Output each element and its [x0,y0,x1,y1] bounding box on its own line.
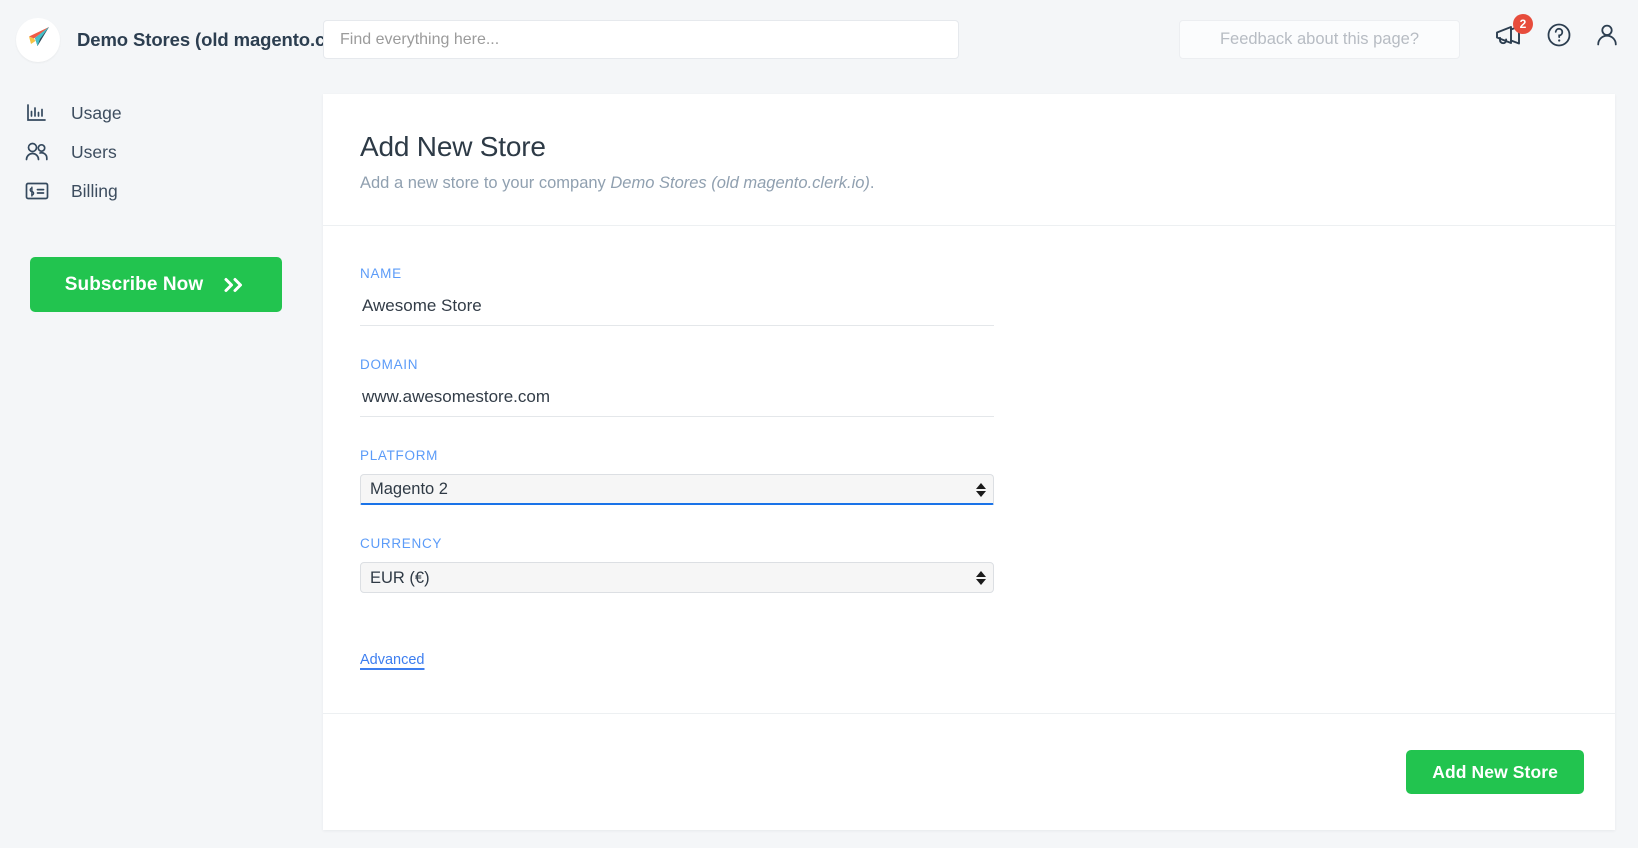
platform-label: PLATFORM [360,448,994,463]
platform-select-wrap: Magento 2 [360,474,994,505]
app-logo [16,18,60,62]
name-label: NAME [360,266,994,281]
double-chevron-right-icon [221,276,247,294]
currency-select[interactable]: EUR (€) [360,562,994,593]
help-button[interactable] [1546,22,1572,53]
subscribe-now-button[interactable]: Subscribe Now [30,257,282,312]
card-body: NAME DOMAIN PLATFORM Magento 2 [323,226,1615,713]
help-circle-icon [1546,22,1572,53]
field-domain: DOMAIN [360,357,994,417]
card-header: Add New Store Add a new store to your co… [323,94,1615,226]
name-input[interactable] [360,292,994,326]
advanced-link[interactable]: Advanced [360,652,425,668]
field-currency: CURRENCY EUR (€) [360,536,994,593]
currency-label: CURRENCY [360,536,994,551]
page-subtitle-company: Demo Stores (old magento.clerk.io) [610,174,870,192]
feedback-box[interactable] [1179,20,1460,59]
app-root: Demo Stores (old magento.cl 2 [0,0,1638,848]
subscribe-now-label: Subscribe Now [65,274,204,296]
company-name: Demo Stores (old magento.cl [77,29,330,51]
search-input[interactable] [340,31,942,49]
billing-card-icon [24,180,52,202]
brand[interactable]: Demo Stores (old magento.cl [16,16,330,64]
user-icon [1594,22,1620,53]
bar-chart-icon [24,101,52,125]
sidebar-item-billing[interactable]: Billing [0,172,323,210]
announcements-button[interactable]: 2 [1494,23,1524,52]
page-subtitle-prefix: Add a new store to your company [360,174,610,192]
feedback-input[interactable] [1180,30,1459,49]
page-title: Add New Store [360,132,1615,163]
announcements-badge: 2 [1513,14,1533,34]
global-search[interactable] [323,20,959,59]
add-new-store-card: Add New Store Add a new store to your co… [323,94,1615,830]
sidebar: Usage Users [0,94,323,848]
card-footer: Add New Store [323,713,1615,830]
platform-select[interactable]: Magento 2 [360,474,994,505]
top-bar-icons: 2 [1494,22,1620,53]
sidebar-item-users[interactable]: Users [0,133,323,171]
domain-label: DOMAIN [360,357,994,372]
page-subtitle-suffix: . [870,174,875,192]
account-button[interactable] [1594,22,1620,53]
field-name: NAME [360,266,994,326]
sidebar-item-label: Billing [71,181,118,202]
sidebar-item-label: Usage [71,103,122,124]
field-platform: PLATFORM Magento 2 [360,448,994,505]
top-bar: Demo Stores (old magento.cl 2 [0,0,1638,80]
paper-plane-logo-icon [25,25,51,56]
add-new-store-button[interactable]: Add New Store [1406,750,1584,794]
domain-input[interactable] [360,383,994,417]
users-icon [24,140,52,164]
sidebar-item-label: Users [71,142,117,163]
currency-select-wrap: EUR (€) [360,562,994,593]
sidebar-item-usage[interactable]: Usage [0,94,323,132]
page-subtitle: Add a new store to your company Demo Sto… [360,174,1615,193]
